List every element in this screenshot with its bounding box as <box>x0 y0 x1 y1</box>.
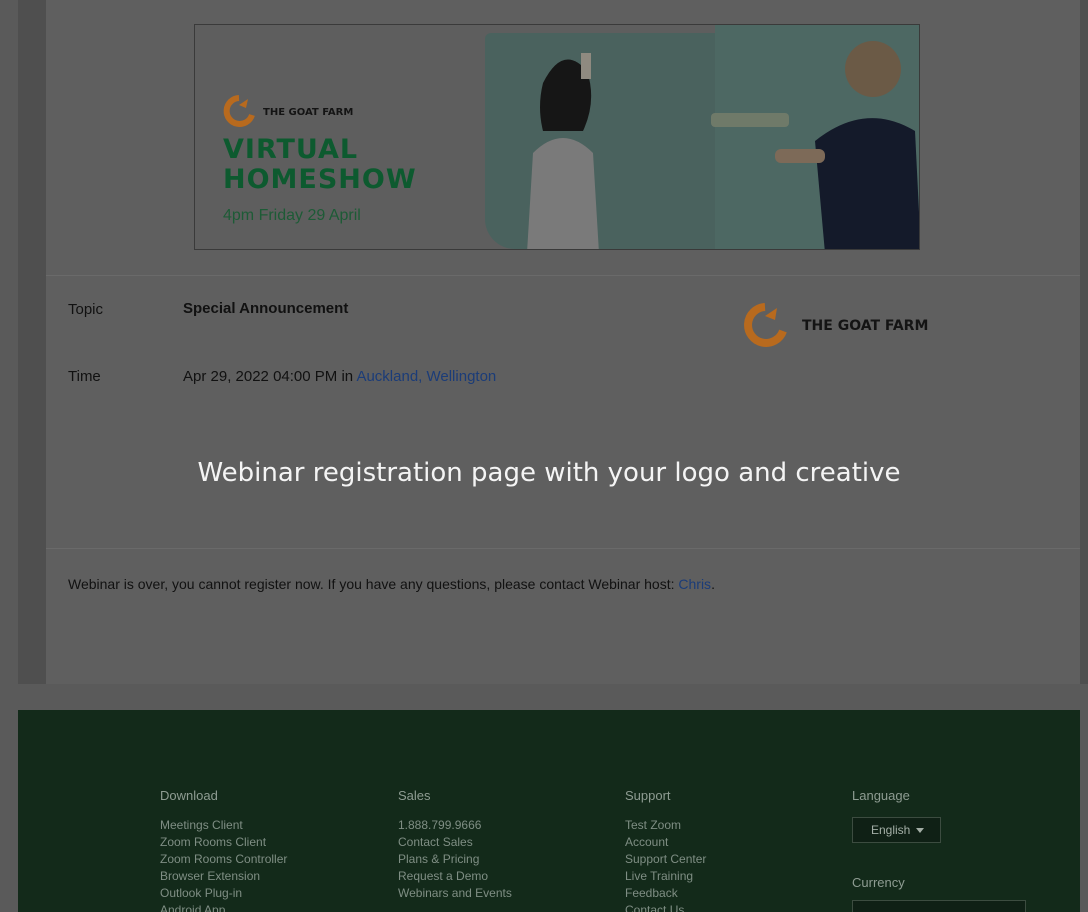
language-dropdown[interactable]: English <box>852 817 941 843</box>
overlay-caption: Webinar registration page with your logo… <box>197 458 901 488</box>
footer-language-title: Language <box>852 788 910 803</box>
person-painting-right <box>775 41 919 249</box>
footer-link[interactable]: Test Zoom <box>625 817 706 834</box>
topic-value: Special Announcement <box>183 300 349 317</box>
right-gutter <box>1080 0 1088 684</box>
site-footer: Download Meetings Client Zoom Rooms Clie… <box>18 710 1080 912</box>
footer-link[interactable]: Account <box>625 834 706 851</box>
host-logo: THE GOAT FARM <box>742 302 928 350</box>
footer-download-column: Download Meetings Client Zoom Rooms Clie… <box>160 788 287 912</box>
footer-link[interactable]: Android App <box>160 902 287 912</box>
footer-sales-column: Sales 1.888.799.9666 Contact Sales Plans… <box>398 788 512 902</box>
footer-link[interactable]: Zoom Rooms Client <box>160 834 287 851</box>
footer-link[interactable]: Outlook Plug-in <box>160 885 287 902</box>
banner-brand: THE GOAT FARM <box>223 95 353 129</box>
footer-link[interactable]: Support Center <box>625 851 706 868</box>
section-divider <box>46 548 1080 549</box>
left-gutter <box>18 0 46 684</box>
footer-link[interactable]: Zoom Rooms Controller <box>160 851 287 868</box>
footer-link[interactable]: Browser Extension <box>160 868 287 885</box>
footer-link[interactable]: Meetings Client <box>160 817 287 834</box>
footer-currency-title: Currency <box>852 875 905 890</box>
footer-support-title: Support <box>625 788 671 803</box>
caret-down-icon <box>916 827 925 833</box>
currency-dropdown[interactable] <box>852 900 1026 912</box>
footer-link[interactable]: Plans & Pricing <box>398 851 512 868</box>
time-value: Apr 29, 2022 04:00 PM in Auckland, Welli… <box>183 368 496 385</box>
notice-trailing: . <box>711 576 715 592</box>
banner-brand-name: THE GOAT FARM <box>263 106 354 118</box>
timezone-link[interactable]: Auckland, Wellington <box>356 368 496 385</box>
person-painting-left <box>527 53 599 249</box>
footer-link[interactable]: Live Training <box>625 868 706 885</box>
footer-link[interactable]: Webinars and Events <box>398 885 512 902</box>
goat-farm-logo-icon <box>223 95 255 127</box>
language-selected: English <box>871 823 911 837</box>
registration-closed-notice: Webinar is over, you cannot register now… <box>68 576 715 592</box>
footer-language-column: Language English Currency <box>852 788 1026 912</box>
host-contact-link[interactable]: Chris <box>678 576 711 592</box>
footer-link[interactable]: 1.888.799.9666 <box>398 817 512 834</box>
goat-farm-logo-icon <box>744 303 787 347</box>
time-text: Apr 29, 2022 04:00 PM in <box>183 368 357 385</box>
footer-sales-title: Sales <box>398 788 431 803</box>
banner-headline-line2: HOMESHOW <box>223 164 417 195</box>
banner-date: 4pm Friday 29 April <box>223 207 361 224</box>
section-divider <box>46 275 1080 276</box>
topic-label: Topic <box>68 301 104 318</box>
footer-support-column: Support Test Zoom Account Support Center… <box>625 788 706 912</box>
footer-link[interactable]: Contact Sales <box>398 834 512 851</box>
footer-link[interactable]: Feedback <box>625 885 706 902</box>
time-label: Time <box>68 368 101 385</box>
notice-text: Webinar is over, you cannot register now… <box>68 576 679 592</box>
footer-download-title: Download <box>160 788 218 803</box>
webinar-banner: THE GOAT FARM VIRTUAL HOMESHOW 4pm Frida… <box>194 24 920 250</box>
footer-link[interactable]: Contact Us <box>625 902 706 912</box>
banner-headline-line1: VIRTUAL <box>223 134 359 165</box>
host-logo-name: THE GOAT FARM <box>802 318 929 334</box>
footer-link[interactable]: Request a Demo <box>398 868 512 885</box>
banner-headline: VIRTUAL HOMESHOW <box>223 135 417 195</box>
